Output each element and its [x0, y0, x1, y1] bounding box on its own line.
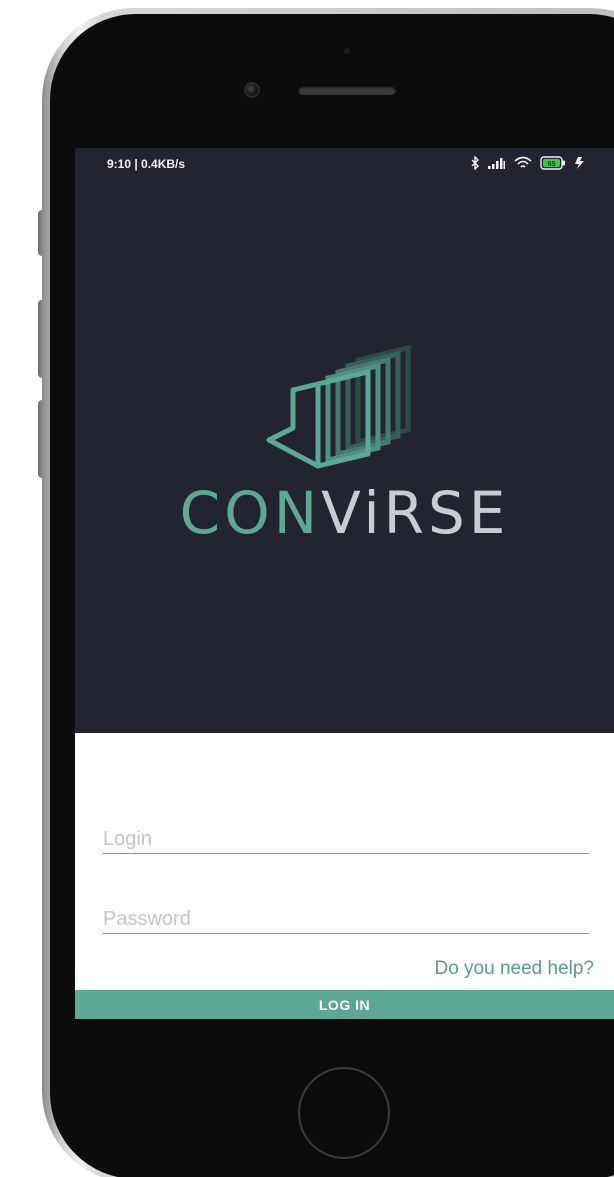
help-link[interactable]: Do you need help? — [434, 958, 594, 980]
charging-icon — [575, 157, 584, 169]
bluetooth-icon — [471, 156, 479, 170]
wifi-icon — [514, 156, 532, 168]
battery-icon: 65 — [540, 156, 565, 170]
app-screen: 9:10 | 0.4KB/s 65 CONViRSE Login Do you … — [75, 148, 614, 1019]
signal-icon — [488, 158, 505, 169]
brand-wordmark: CONViRSE — [75, 484, 614, 542]
status-bar: 9:10 | 0.4KB/s 65 — [75, 148, 614, 178]
login-field — [103, 822, 589, 854]
password-field — [103, 902, 589, 934]
status-icons: 65 — [471, 154, 586, 172]
device-mockup: 9:10 | 0.4KB/s 65 CONViRSE Login Do you … — [0, 0, 614, 1177]
front-camera — [244, 82, 260, 98]
proximity-sensor — [344, 48, 350, 54]
home-button[interactable] — [298, 1067, 390, 1159]
brand-part-virse: ViRSE — [321, 479, 510, 547]
brand-part-con: CON — [179, 479, 322, 547]
header-panel: 9:10 | 0.4KB/s 65 CONViRSE — [75, 148, 614, 733]
battery-level-text: 65 — [548, 161, 556, 168]
login-button[interactable]: LOG IN — [75, 990, 614, 1019]
login-input[interactable] — [103, 828, 589, 851]
converse-logo-icon — [266, 344, 411, 469]
status-time: 9:10 | 0.4KB/s — [107, 157, 186, 171]
earpiece-speaker — [298, 86, 396, 95]
password-input[interactable] — [103, 908, 589, 931]
